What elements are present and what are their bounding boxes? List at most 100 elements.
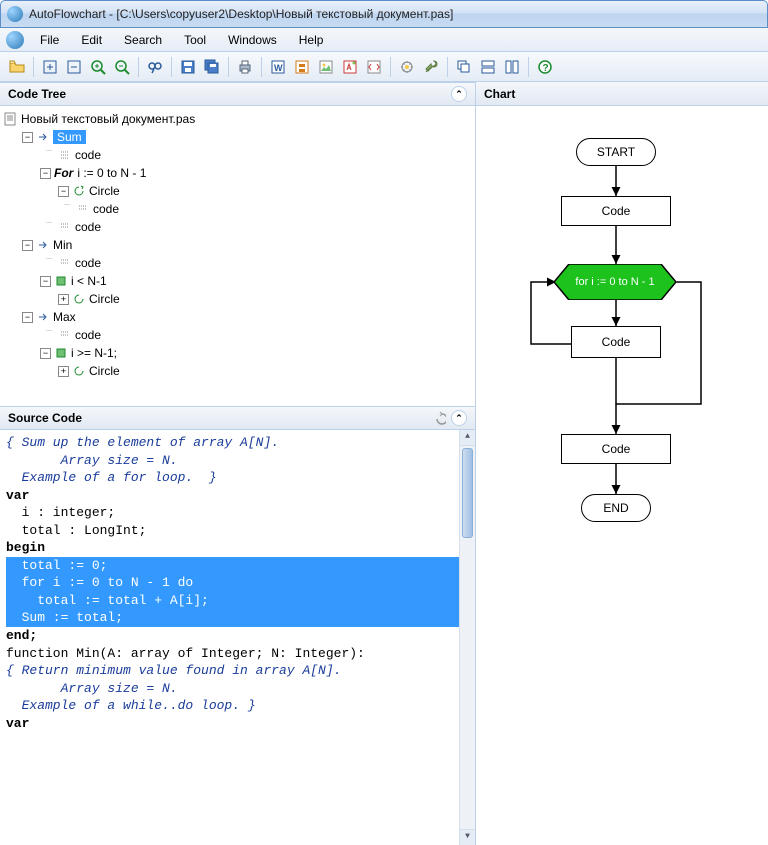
flow-loop[interactable]: for i := 0 to N - 1 (554, 264, 676, 300)
arrow-icon (36, 130, 50, 144)
chart-area[interactable]: START Code for i := 0 to N - 1 Code Code… (476, 106, 768, 536)
export-word-button[interactable]: W (267, 56, 289, 78)
tree-root[interactable]: Новый текстовый документ.pas (4, 110, 471, 128)
revert-button[interactable] (431, 410, 447, 426)
tile-v-button[interactable] (501, 56, 523, 78)
save-all-button[interactable] (201, 56, 223, 78)
tree-toggle[interactable]: − (22, 312, 33, 323)
code-line: total : LongInt; (6, 522, 469, 540)
tree-max[interactable]: − Max (4, 308, 471, 326)
branch-icon (54, 346, 68, 360)
code-line: Array size = N. (6, 452, 469, 470)
export-visio-button[interactable] (291, 56, 313, 78)
menu-tool[interactable]: Tool (174, 30, 216, 50)
export-svg-button[interactable] (339, 56, 361, 78)
menu-search[interactable]: Search (114, 30, 172, 50)
scroll-thumb[interactable] (462, 448, 473, 538)
menu-edit[interactable]: Edit (71, 30, 112, 50)
tile-h-button[interactable] (477, 56, 499, 78)
menu-file[interactable]: File (30, 30, 69, 50)
print-button[interactable] (234, 56, 256, 78)
tree-code[interactable]: ┈ code (4, 254, 471, 272)
tree-max-label: Max (53, 310, 76, 324)
code-line: Array size = N. (6, 680, 469, 698)
file-icon (4, 112, 18, 126)
collapse-button[interactable] (63, 56, 85, 78)
tools-button[interactable] (420, 56, 442, 78)
app-icon (7, 6, 23, 22)
toolbar-separator (33, 57, 34, 77)
export-bmp-button[interactable] (315, 56, 337, 78)
options-button[interactable] (396, 56, 418, 78)
save-button[interactable] (177, 56, 199, 78)
menu-windows[interactable]: Windows (218, 30, 287, 50)
tree-ge[interactable]: − i >= N-1; (4, 344, 471, 362)
toolbar-separator (447, 57, 448, 77)
flow-code2[interactable]: Code (571, 326, 661, 358)
tree-toggle[interactable]: − (40, 168, 51, 179)
source-editor[interactable]: { Sum up the element of array A[N]. Arra… (0, 430, 475, 845)
help-button[interactable]: ? (534, 56, 556, 78)
cascade-button[interactable] (453, 56, 475, 78)
zoom-in-button[interactable] (87, 56, 109, 78)
tree-for-kw: For (54, 166, 73, 180)
titlebar[interactable]: AutoFlowchart - [C:\Users\copyuser2\Desk… (0, 0, 768, 28)
tree-toggle[interactable]: − (40, 276, 51, 287)
source-scrollbar[interactable]: ▲ ▼ (459, 430, 475, 845)
tree-circle[interactable]: − Circle (4, 182, 471, 200)
expand-button[interactable] (39, 56, 61, 78)
tree-sum[interactable]: − Sum (4, 128, 471, 146)
flow-code3[interactable]: Code (561, 434, 671, 464)
tree-code[interactable]: ┈ code (4, 218, 471, 236)
code-tree[interactable]: Новый текстовый документ.pas − Sum ┈ cod… (0, 106, 475, 406)
app-logo-icon (6, 31, 24, 49)
arrow-icon (36, 238, 50, 252)
code-icon (76, 202, 90, 216)
loop-icon (72, 292, 86, 306)
tree-toggle[interactable]: − (58, 186, 69, 197)
tree-circle[interactable]: + Circle (4, 362, 471, 380)
flow-code1[interactable]: Code (561, 196, 671, 226)
flow-end[interactable]: END (581, 494, 651, 522)
tree-circle-label: Circle (89, 292, 120, 306)
tree-code[interactable]: ┈ code (4, 200, 471, 218)
tree-min-label: Min (53, 238, 72, 252)
code-line: total := total + A[i]; (6, 592, 469, 610)
main-area: Code Tree ⌃ Новый текстовый документ.pas… (0, 82, 768, 845)
arrow-icon (36, 310, 50, 324)
zoom-out-button[interactable] (111, 56, 133, 78)
tree-code[interactable]: ┈ code (4, 146, 471, 164)
code-line: { Sum up the element of array A[N]. (6, 434, 469, 452)
chart-panel: Chart START Code (476, 82, 768, 845)
toolbar-separator (528, 57, 529, 77)
scroll-up-icon[interactable]: ▲ (460, 430, 475, 446)
code-line: i : integer; (6, 504, 469, 522)
scroll-down-icon[interactable]: ▼ (460, 829, 475, 845)
tree-for[interactable]: − For i := 0 to N - 1 (4, 164, 471, 182)
tree-lt[interactable]: − i < N-1 (4, 272, 471, 290)
collapse-tree-button[interactable]: ⌃ (451, 86, 467, 102)
flow-start[interactable]: START (576, 138, 656, 166)
code-line: total := 0; (6, 557, 469, 575)
toolbar: W ? (0, 52, 768, 82)
open-button[interactable] (6, 56, 28, 78)
tree-ge-label: i >= N-1; (71, 346, 117, 360)
find-button[interactable] (144, 56, 166, 78)
tree-toggle[interactable]: − (40, 348, 51, 359)
collapse-source-button[interactable]: ⌃ (451, 410, 467, 426)
tree-toggle[interactable]: + (58, 294, 69, 305)
tree-toggle[interactable]: − (22, 240, 33, 251)
code-icon (58, 256, 72, 270)
tree-for-cond: i := 0 to N - 1 (77, 166, 146, 180)
tree-circle[interactable]: + Circle (4, 290, 471, 308)
tree-toggle[interactable]: − (22, 132, 33, 143)
tree-sum-label: Sum (53, 130, 86, 144)
export-xml-button[interactable] (363, 56, 385, 78)
menu-help[interactable]: Help (289, 30, 334, 50)
tree-toggle[interactable]: + (58, 366, 69, 377)
code-icon (58, 328, 72, 342)
tree-min[interactable]: − Min (4, 236, 471, 254)
tree-code[interactable]: ┈ code (4, 326, 471, 344)
source-code-header: Source Code ⌃ (0, 406, 475, 430)
toolbar-separator (228, 57, 229, 77)
